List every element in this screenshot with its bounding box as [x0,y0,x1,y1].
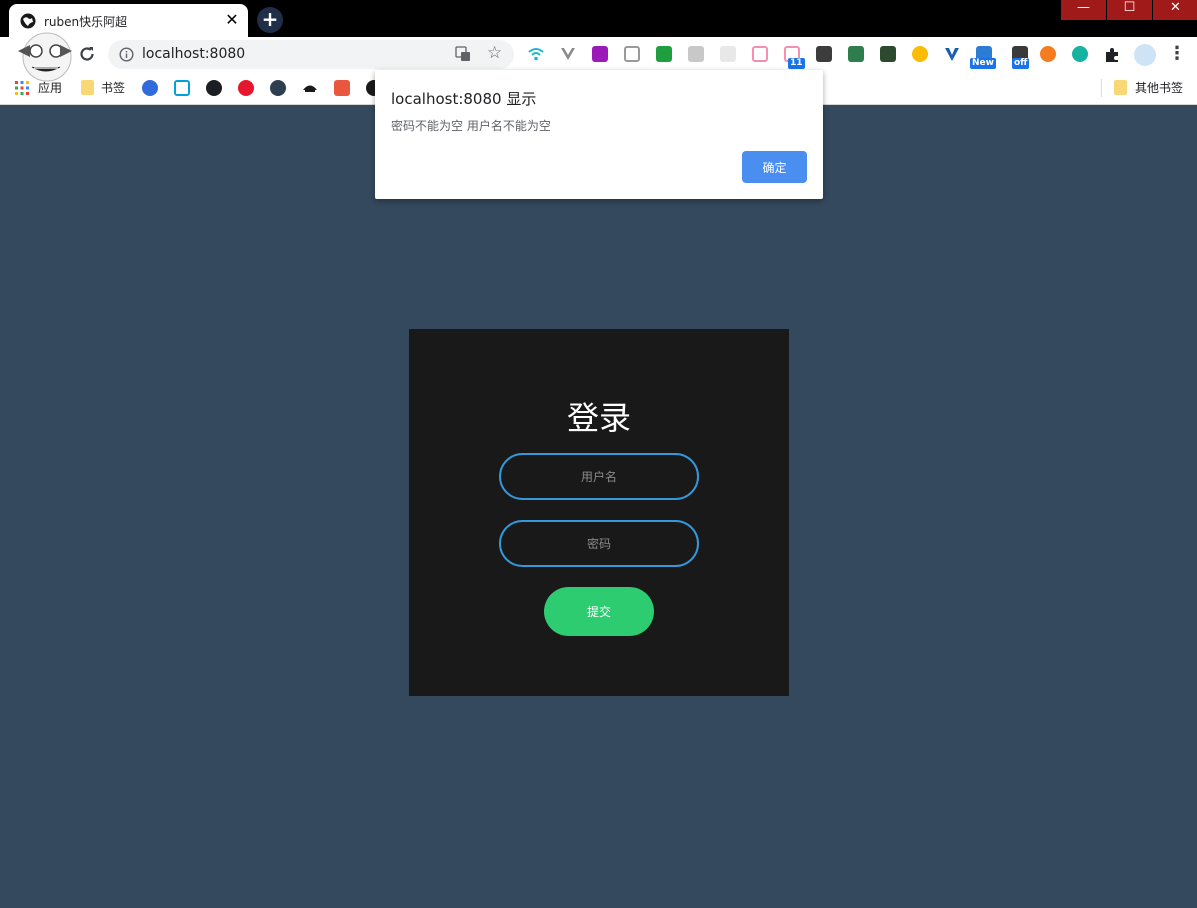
orange-extension-icon[interactable] [1040,46,1056,62]
v-extension-icon[interactable] [944,46,960,62]
sailor-hat-icon[interactable] [302,80,318,96]
submit-button[interactable]: 提交 [544,587,654,636]
window-maximize-button[interactable]: ☐ [1107,0,1152,20]
vue-extension-icon[interactable] [560,46,576,62]
new-tab-button[interactable]: + [257,7,283,33]
grid-extension-icon[interactable] [848,46,864,62]
tab-title: ruben快乐阿超 [44,15,128,29]
alert-message: 密码不能为空 用户名不能为空 [391,119,551,133]
extension-badge-11: 11 [788,58,805,69]
url-text: localhost:8080 [142,46,246,62]
profile-avatar[interactable] [1134,44,1156,66]
baidu-paw-icon[interactable] [142,80,158,96]
wifi-extension-icon[interactable] [528,46,544,62]
doc-extension-icon[interactable] [688,46,704,62]
eye-logo-icon[interactable] [270,80,286,96]
info-icon[interactable] [119,47,134,62]
bilibili-icon[interactable] [174,80,190,96]
bookmarks-separator [1101,79,1102,97]
browser-menu-icon[interactable]: ⋮ [1168,44,1186,66]
alert-dialog: localhost:8080 显示 密码不能为空 用户名不能为空 确定 [375,70,823,199]
password-input[interactable] [499,520,699,567]
orange-face-icon[interactable] [334,80,350,96]
translate-icon[interactable] [455,46,471,62]
login-card: 登录 提交 [409,329,789,696]
extension-badge-new: New [970,58,996,69]
location-extension-icon[interactable] [816,46,832,62]
rp-extension-icon[interactable] [592,46,608,62]
mascot-face-icon [18,32,72,82]
login-title: 登录 [566,399,631,437]
browser-toolbar: localhost:8080 ☆ 11 New off ⋮ [0,37,1197,73]
extension-badge-off: off [1012,58,1030,69]
globe-icon [20,13,36,29]
red-logo-icon[interactable] [238,80,254,96]
color-extension-icon[interactable] [912,46,928,62]
window-extension-icon[interactable] [624,46,640,62]
alert-ok-button[interactable]: 确定 [742,151,807,183]
reload-icon[interactable] [78,45,96,63]
java-extension-icon[interactable] [720,46,736,62]
terminal-extension-icon[interactable] [880,46,896,62]
github-icon[interactable] [206,80,222,96]
other-folder-icon [1114,80,1127,95]
alert-heading: localhost:8080 显示 [391,90,537,108]
bilibili-extension-icon[interactable] [752,46,768,62]
bookmark-other[interactable]: 其他书签 [1135,79,1183,97]
address-bar[interactable]: localhost:8080 ☆ [108,40,514,69]
window-minimize-button[interactable]: — [1061,0,1106,20]
bookmark-star-icon[interactable]: ☆ [487,43,502,63]
extensions-puzzle-icon[interactable] [1104,47,1120,63]
m-extension-icon[interactable] [1072,46,1088,62]
folder-icon [81,80,94,95]
refresh-extension-icon[interactable] [656,46,672,62]
tab-close-icon[interactable]: ✕ [224,12,240,28]
username-input[interactable] [499,453,699,500]
browser-titlebar: ruben快乐阿超 ✕ + — ☐ ✕ [0,0,1197,37]
window-close-button[interactable]: ✕ [1153,0,1197,20]
bookmark-folder[interactable]: 书签 [101,79,125,97]
